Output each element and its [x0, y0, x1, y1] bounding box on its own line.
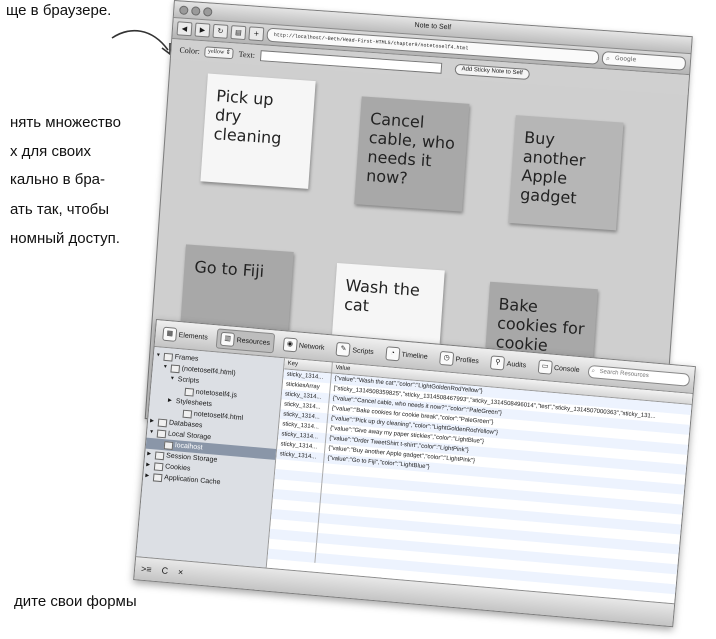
- window-title: Note to Self: [414, 21, 452, 32]
- table-rows: sticky_1314... {"value":"Wash the cat","c…: [267, 369, 692, 595]
- storage-icon: [154, 450, 165, 460]
- tab-timeline[interactable]: ◔ Timeline: [382, 344, 432, 366]
- book-text-line: ще в браузере.: [6, 2, 112, 19]
- maximize-window-icon[interactable]: [202, 7, 213, 17]
- tab-label: Scripts: [352, 346, 374, 356]
- sticky-note[interactable]: Cancel cable, who needs it now?: [354, 96, 470, 212]
- curved-arrow-icon: [111, 30, 171, 56]
- frame-icon: [170, 363, 181, 373]
- tab-label: Console: [553, 364, 580, 374]
- storage-icon: [156, 429, 167, 438]
- database-icon: [157, 418, 168, 427]
- storage-table: Key Value sticky_1314... {"value":"Wash t…: [266, 358, 693, 604]
- timeline-icon: ◔: [385, 346, 401, 362]
- folder-icon: [163, 352, 174, 362]
- tab-label: Elements: [178, 331, 209, 342]
- browser-search-placeholder: Google: [614, 54, 637, 64]
- back-icon[interactable]: ◀: [176, 21, 193, 37]
- tab-label: Resources: [236, 336, 271, 347]
- book-text-line: х для своих: [10, 143, 91, 160]
- resources-sidebar: ▼ Frames ▼ (notetoself4.html) ▼ Scripts not…: [136, 346, 286, 568]
- book-text-line: номный доступ.: [10, 230, 120, 247]
- scripts-icon: ✎: [335, 341, 351, 358]
- book-text-line: дите свои формы: [14, 593, 137, 610]
- tab-audits[interactable]: ⚲ Audits: [487, 353, 530, 375]
- network-icon: ◉: [282, 337, 298, 353]
- search-icon: ⌕: [605, 54, 611, 63]
- tab-scripts[interactable]: ✎ Scripts: [333, 340, 378, 362]
- delete-icon[interactable]: ×: [178, 567, 184, 577]
- color-label: Color:: [179, 45, 201, 56]
- close-window-icon[interactable]: [179, 5, 189, 16]
- sticky-note[interactable]: Buy another Apple gadget: [508, 115, 624, 231]
- profiles-icon: ◷: [439, 350, 455, 367]
- add-sticky-note-button[interactable]: Add Sticky Note to Self: [454, 63, 531, 80]
- tab-console[interactable]: ▭ Console: [534, 357, 583, 379]
- forward-icon[interactable]: ▶: [194, 22, 211, 38]
- console-toggle-icon[interactable]: >≡: [141, 564, 152, 575]
- audits-icon: ⚲: [490, 355, 506, 371]
- web-inspector-window: ▦ Elements ▥ Resources ◉ Network ✎ Scripts ◔…: [133, 319, 696, 628]
- color-select-value: yellow: [207, 48, 225, 56]
- refresh-icon[interactable]: C: [161, 565, 168, 576]
- browser-search-field[interactable]: ⌕ Google: [601, 51, 687, 71]
- reload-icon[interactable]: ↻: [212, 23, 229, 39]
- add-bookmark-icon[interactable]: +: [248, 26, 265, 42]
- book-text-line: кально в бра-: [10, 171, 106, 188]
- cookie-icon: [153, 461, 164, 471]
- tab-resources[interactable]: ▥ Resources: [215, 328, 275, 354]
- cache-icon: [152, 472, 163, 482]
- color-select[interactable]: yellow ⇕: [204, 45, 235, 59]
- resources-icon: ▥: [220, 331, 236, 347]
- file-icon: [182, 409, 193, 418]
- tab-label: Profiles: [455, 355, 480, 365]
- tab-label: Timeline: [401, 351, 428, 361]
- window-controls: [179, 5, 213, 17]
- console-icon: ▭: [537, 359, 553, 375]
- search-icon: ⌕: [591, 367, 596, 374]
- text-label: Text:: [238, 49, 256, 60]
- elements-icon: ▦: [162, 326, 178, 342]
- tab-profiles[interactable]: ◷ Profiles: [436, 349, 483, 371]
- file-icon: [184, 387, 195, 397]
- storage-icon: [163, 440, 174, 450]
- tab-network[interactable]: ◉ Network: [279, 335, 328, 357]
- minimize-window-icon[interactable]: [190, 6, 201, 16]
- sticky-note[interactable]: Pick up dry cleaning: [200, 73, 316, 189]
- book-text-line: нять множество: [10, 114, 121, 131]
- tab-elements[interactable]: ▦ Elements: [159, 324, 212, 346]
- tab-label: Network: [298, 342, 325, 352]
- book-text-line: ать так, чтобы: [10, 201, 110, 218]
- bookmarks-icon[interactable]: ▤: [230, 25, 247, 41]
- resources-search-placeholder: Search Resources: [599, 368, 650, 379]
- tree-item-label: Scripts: [177, 376, 200, 385]
- resources-search-input[interactable]: ⌕ Search Resources: [588, 364, 691, 387]
- tab-label: Audits: [506, 360, 527, 369]
